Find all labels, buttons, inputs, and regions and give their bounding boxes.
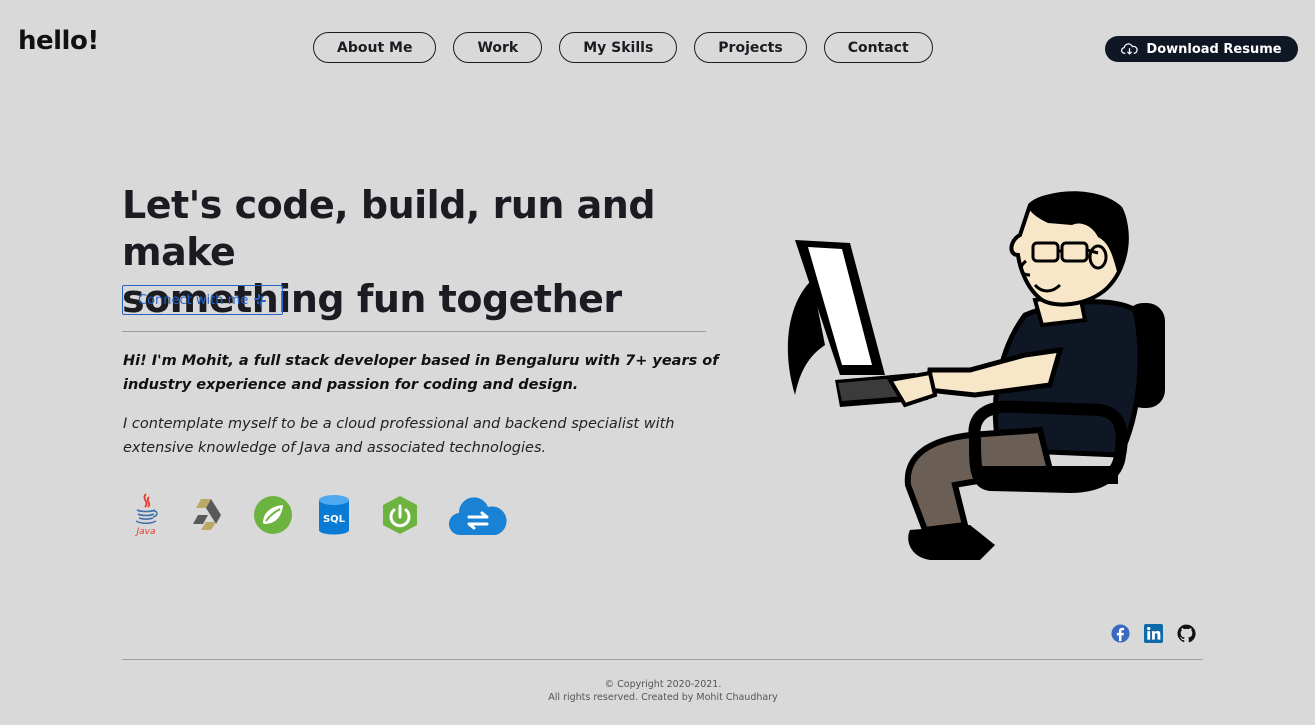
nav-projects[interactable]: Projects [694, 32, 807, 63]
social-links [1111, 624, 1196, 643]
footer-divider [122, 659, 1203, 660]
skills-icons: Java SQL [130, 492, 508, 538]
java-icon: Java [130, 492, 162, 538]
copyright-line-1: © Copyright 2020-2021. [604, 679, 722, 690]
cloud-download-icon [1121, 43, 1139, 55]
slack-icon [254, 294, 267, 306]
nav-contact[interactable]: Contact [823, 32, 933, 63]
download-resume-label: Download Resume [1146, 41, 1282, 57]
connect-with-me-button[interactable]: Connect with me [122, 285, 284, 315]
github-icon[interactable] [1177, 624, 1196, 643]
sql-label: SQL [323, 514, 346, 525]
linkedin-icon[interactable] [1144, 624, 1163, 643]
intro-highlight: Hi! I'm Mohit, a full stack developer ba… [123, 353, 719, 393]
copyright-line-2: All rights reserved. Created by Mohit Ch… [548, 692, 778, 703]
hibernate-icon [190, 497, 226, 533]
connect-label: Connect with me [138, 292, 249, 308]
main-nav: About Me Work My Skills Projects Contact [313, 32, 933, 63]
facebook-icon[interactable] [1111, 624, 1130, 643]
sql-database-icon: SQL [318, 494, 350, 536]
hero-title-line-1: Let's code, build, run and make [122, 183, 656, 274]
hero-divider [122, 331, 706, 332]
nav-work[interactable]: Work [453, 32, 543, 63]
cloud-transfer-icon [448, 493, 508, 537]
developer-illustration [787, 191, 1165, 560]
footer-copyright: © Copyright 2020-2021. All rights reserv… [0, 678, 1315, 704]
nav-my-skills[interactable]: My Skills [559, 32, 678, 63]
spring-icon [252, 495, 294, 535]
spring-boot-icon [380, 495, 420, 535]
java-label: Java [134, 527, 155, 537]
nav-about-me[interactable]: About Me [313, 32, 437, 63]
site-logo[interactable]: hello! [18, 26, 99, 56]
intro-description: I contemplate myself to be a cloud profe… [123, 416, 675, 456]
download-resume-button[interactable]: Download Resume [1105, 36, 1298, 62]
